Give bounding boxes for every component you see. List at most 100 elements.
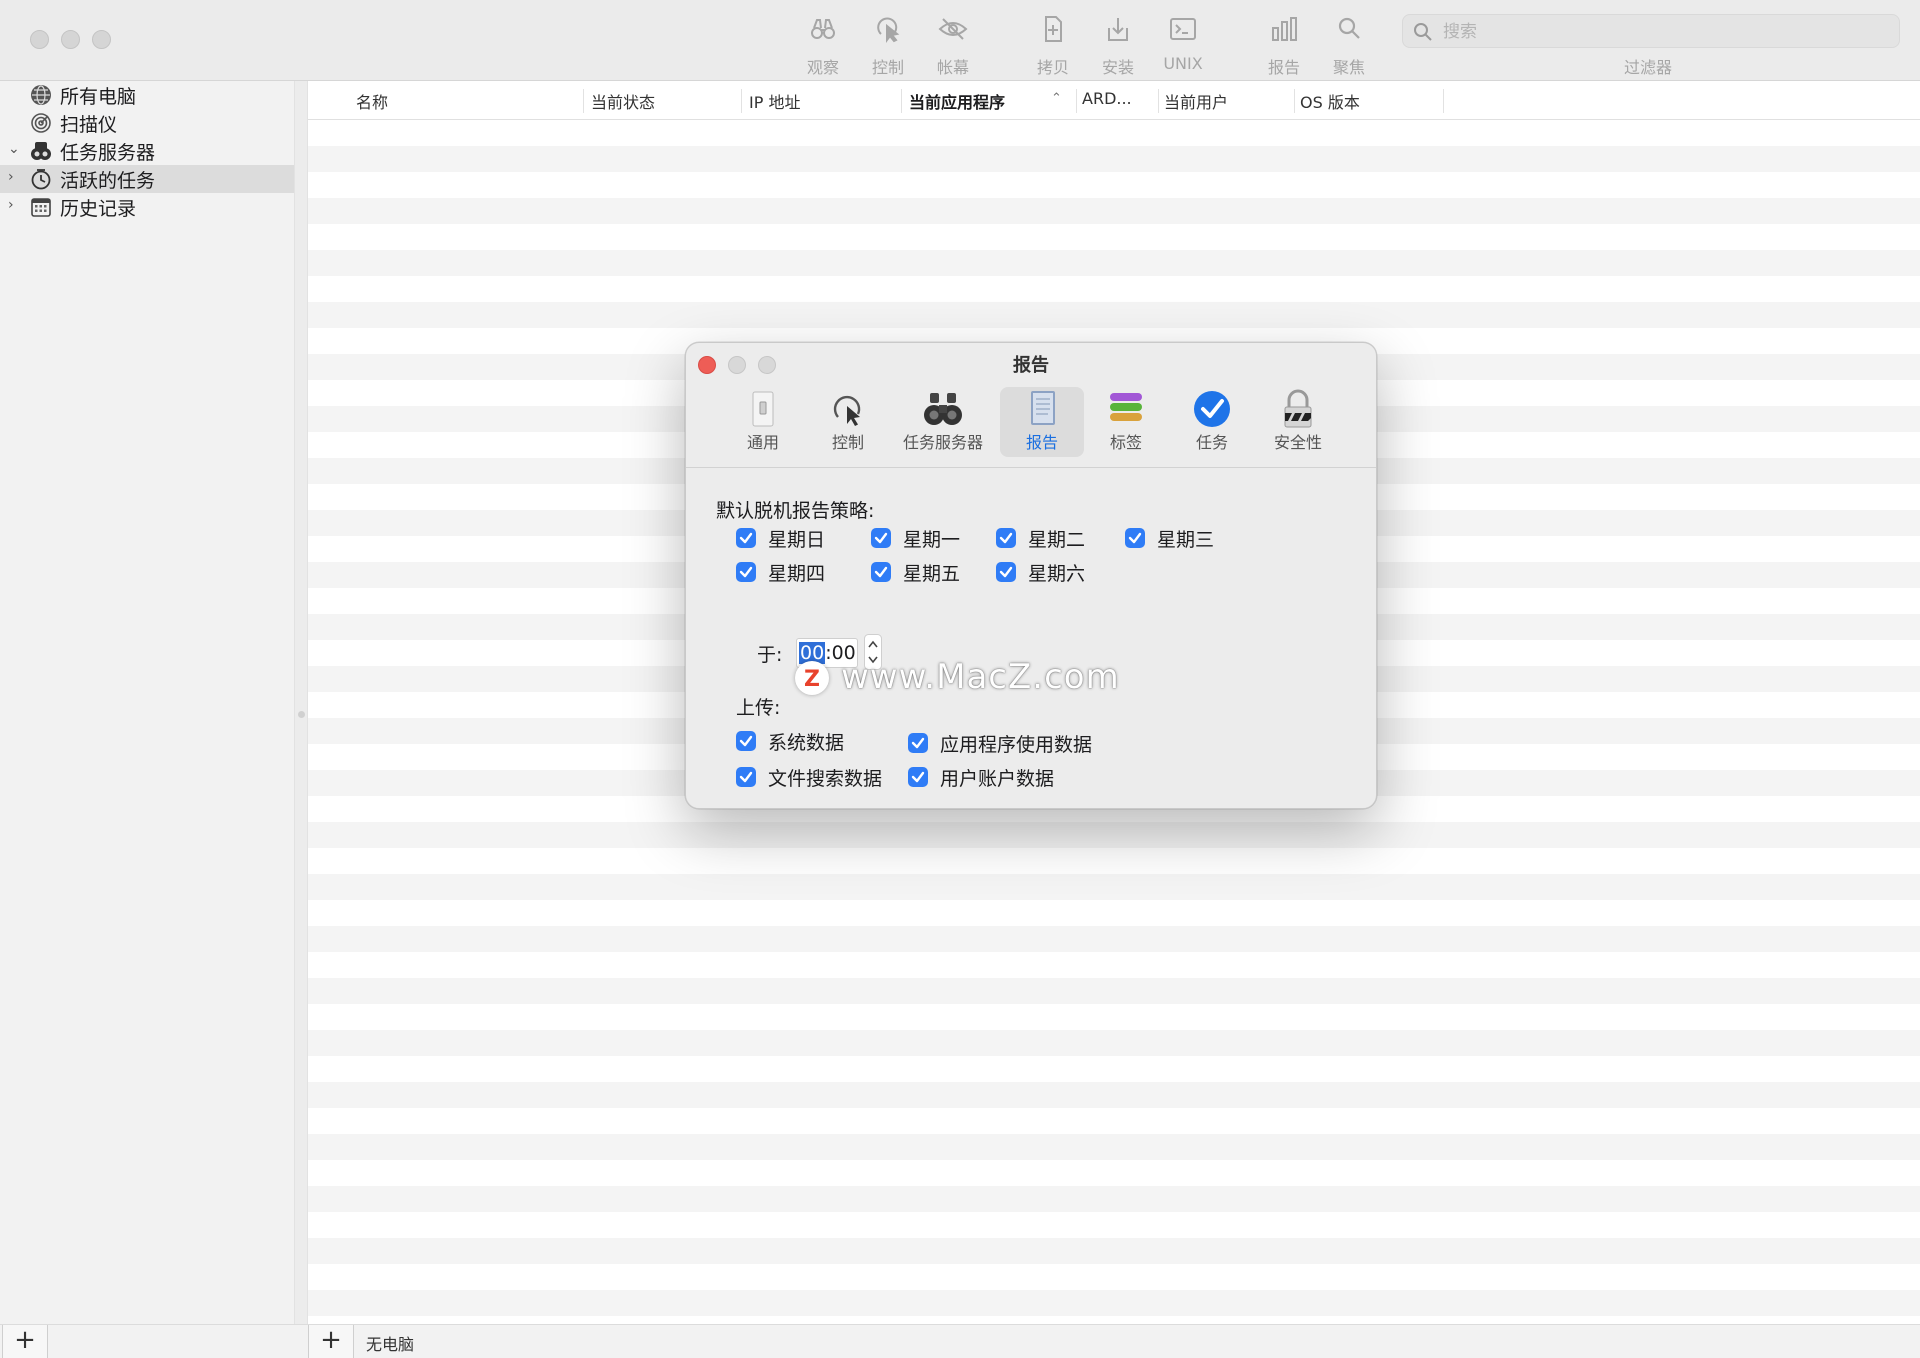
chevron-right-icon[interactable]: ›: [8, 169, 14, 185]
checkbox-box[interactable]: [908, 767, 928, 787]
column-header-ip[interactable]: IP 地址: [749, 89, 800, 113]
tab-control[interactable]: 控制: [806, 387, 890, 457]
tab-security[interactable]: 安全性: [1256, 387, 1340, 457]
checkbox-label: 星期一: [903, 529, 961, 551]
checkbox-label: 系统数据: [768, 732, 845, 754]
report-button[interactable]: 报告: [1249, 14, 1319, 77]
chevron-down-icon[interactable]: ⌄: [8, 141, 20, 157]
spotlight-button[interactable]: 聚焦: [1314, 14, 1384, 77]
calendar-icon: [31, 198, 51, 217]
watermark-text: www.MacZ.com: [841, 657, 1120, 697]
split-view-divider[interactable]: [294, 81, 308, 1324]
sort-ascending-icon[interactable]: ⌃: [1051, 91, 1062, 106]
tab-label: 标签: [1109, 433, 1142, 452]
checkbox-label: 用户账户数据: [940, 768, 1055, 790]
sidebar-item-label: 所有电脑: [60, 86, 137, 108]
checkmark-icon: [874, 532, 888, 544]
checkbox-box[interactable]: [1125, 528, 1145, 548]
add-computer-button[interactable]: +: [308, 1325, 354, 1358]
checkbox-box[interactable]: [871, 528, 891, 548]
search-input[interactable]: [1441, 19, 1885, 45]
column-divider[interactable]: [1294, 89, 1295, 113]
chevron-right-icon[interactable]: ›: [8, 197, 14, 213]
tab-tags[interactable]: 标签: [1084, 387, 1168, 457]
checkbox-box[interactable]: [871, 562, 891, 582]
curtain-button[interactable]: 帐幕: [918, 14, 988, 77]
search-icon: [1414, 23, 1432, 41]
binoculars-icon: [924, 393, 962, 425]
column-divider[interactable]: [741, 89, 742, 113]
divider-grip[interactable]: [298, 711, 305, 718]
checkmark-icon: [999, 532, 1013, 544]
column-divider[interactable]: [1158, 89, 1159, 113]
checkbox-box[interactable]: [736, 528, 756, 548]
checkbox-label: 星期四: [768, 563, 826, 585]
column-header-ard[interactable]: ARD...: [1082, 89, 1132, 108]
upload-label: 上传:: [736, 697, 781, 719]
z-logo-icon: Z: [804, 667, 820, 692]
install-label: 安装: [1101, 58, 1134, 77]
sidebar-item-active-tasks[interactable]: › 活跃的任务: [0, 165, 294, 193]
control-button[interactable]: 控制: [853, 14, 923, 77]
toolbar: 观察 控制 帐幕 拷贝 安装 UNIX 报告 聚焦 搜索 过滤器: [0, 0, 1920, 81]
column-divider[interactable]: [1076, 89, 1077, 113]
filter-label: 过滤器: [1624, 58, 1673, 77]
checkbox-box[interactable]: [996, 562, 1016, 582]
checkmark-icon: [739, 532, 753, 544]
app-window: 观察 控制 帐幕 拷贝 安装 UNIX 报告 聚焦 搜索 过滤器 所有电脑 扫描…: [0, 0, 1920, 1358]
sidebar-item-all-computers[interactable]: 所有电脑: [0, 81, 294, 109]
column-header-name[interactable]: 名称: [356, 89, 388, 113]
column-header-os-version[interactable]: OS 版本: [1300, 89, 1360, 113]
zoom-window-button[interactable]: [92, 30, 111, 49]
tab-tasks[interactable]: 任务: [1170, 387, 1254, 457]
column-header-status[interactable]: 当前状态: [591, 89, 655, 113]
checkmark-icon: [1128, 532, 1142, 544]
search-field[interactable]: [1402, 14, 1900, 48]
checkbox-box[interactable]: [736, 767, 756, 787]
checkmark-icon: [739, 735, 753, 747]
preferences-dialog: 报告 通用 控制 任务服务器 报告 标签 任务 安全性 默认脱机报告策略: 星期…: [685, 342, 1377, 809]
install-button[interactable]: 安装: [1083, 14, 1153, 77]
checkbox-box[interactable]: [736, 562, 756, 582]
checkmark-icon: [911, 737, 925, 749]
spotlight-label: 聚焦: [1332, 58, 1365, 77]
svg-text:Z: Z: [804, 667, 820, 692]
add-sidebar-item-button[interactable]: +: [2, 1325, 48, 1358]
column-header-current-app[interactable]: 当前应用程序: [909, 89, 1005, 113]
install-icon: [1108, 18, 1128, 41]
checkbox-label: 星期日: [768, 529, 826, 551]
sidebar-item-label: 活跃的任务: [60, 170, 156, 192]
tab-task-server[interactable]: 任务服务器: [896, 387, 990, 457]
lock-icon: [1284, 389, 1312, 428]
sidebar-item-scanner[interactable]: 扫描仪: [0, 109, 294, 137]
checkbox-label: 星期五: [903, 563, 961, 585]
tags-icon: [1110, 393, 1142, 421]
preferences-tab-bar: 报告 通用 控制 任务服务器 报告 标签 任务 安全性: [686, 343, 1376, 468]
observe-label: 观察: [806, 58, 839, 77]
cursor-icon: [877, 17, 900, 43]
close-window-button[interactable]: [30, 30, 49, 49]
minimize-window-button[interactable]: [61, 30, 80, 49]
checkmark-circle-icon: [1194, 391, 1230, 427]
column-divider[interactable]: [901, 89, 902, 113]
checkbox-box[interactable]: [736, 731, 756, 751]
sidebar-item-task-server[interactable]: ⌄ 任务服务器: [0, 137, 294, 165]
checkbox-box[interactable]: [996, 528, 1016, 548]
tab-label: 任务服务器: [902, 433, 983, 452]
column-divider[interactable]: [1443, 89, 1444, 113]
column-header-current-user[interactable]: 当前用户: [1164, 89, 1228, 113]
observe-button[interactable]: 观察: [788, 14, 858, 77]
checkbox-box[interactable]: [908, 733, 928, 753]
checkbox-label: 星期二: [1028, 529, 1086, 551]
checkbox-label: 星期三: [1157, 529, 1215, 551]
tab-general[interactable]: 通用: [721, 387, 805, 457]
eye-slash-icon: [938, 18, 968, 40]
sidebar-item-history[interactable]: › 历史记录: [0, 193, 294, 221]
copy-button[interactable]: 拷贝: [1018, 14, 1088, 77]
checkmark-icon: [739, 771, 753, 783]
unix-button[interactable]: UNIX: [1148, 14, 1218, 76]
tab-report[interactable]: 报告: [1000, 387, 1084, 457]
column-divider[interactable]: [583, 89, 584, 113]
curtain-label: 帐幕: [936, 58, 969, 77]
clock-icon: [31, 169, 51, 190]
